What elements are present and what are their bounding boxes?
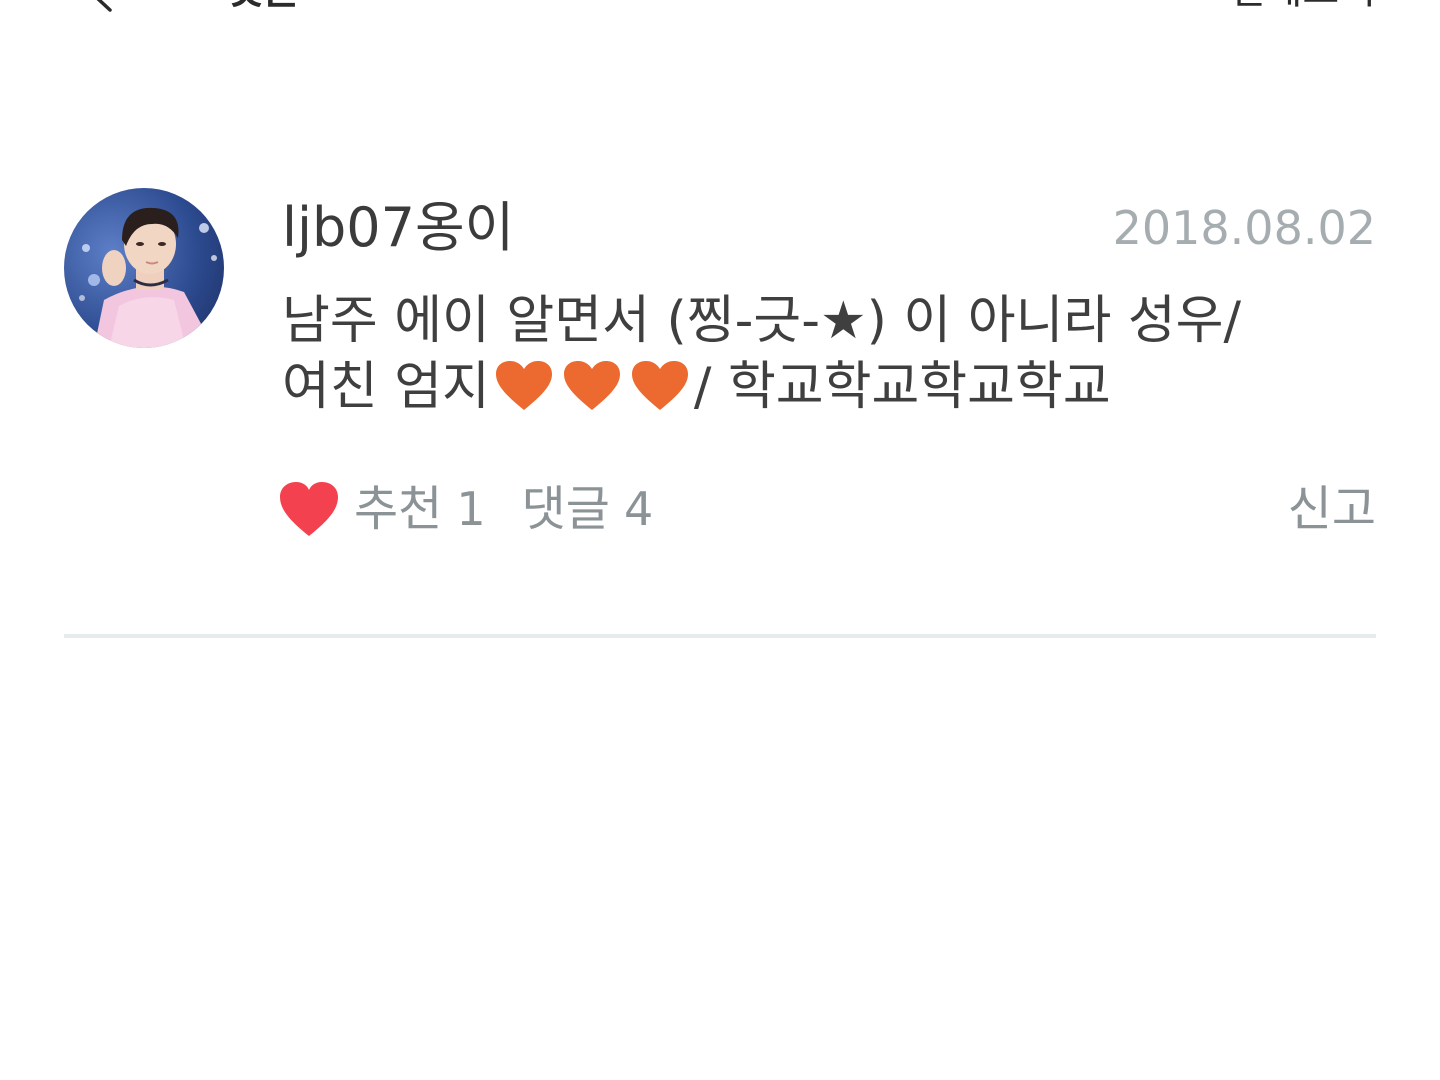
comment-body: 남주 에이 알면서 (찡-긋-★) 이 아니라 성우/ 여친 엄지 / 학교학교학… [282,288,1342,420]
orange-heart-icon [563,361,620,410]
report-button[interactable]: 신고 [1288,474,1376,544]
comment-actions: 추천 1 댓글 4 [278,474,653,544]
orange-heart-icon [631,361,688,410]
like-count: 1 [456,482,486,536]
comment-username[interactable]: ljb07옹이 [282,192,514,264]
reply-button[interactable]: 댓글 [522,474,610,544]
comment-screen: 댓글 전체보기 [0,0,1440,1080]
avatar[interactable] [64,188,224,348]
reply-count: 4 [623,482,654,536]
page-title: 댓글 [226,0,300,12]
top-bar: 댓글 전체보기 [0,0,1440,12]
chevron-left-icon[interactable] [88,0,118,12]
orange-heart-icon [495,361,552,410]
comment-date: 2018.08.02 [1112,201,1376,255]
comment-text-tail: / 학교학교학교학교 [693,357,1111,417]
view-all-button[interactable]: 전체보기 [1229,0,1376,12]
divider [64,634,1376,638]
heart-icon[interactable] [278,480,340,538]
like-label[interactable]: 추천 [354,474,442,544]
